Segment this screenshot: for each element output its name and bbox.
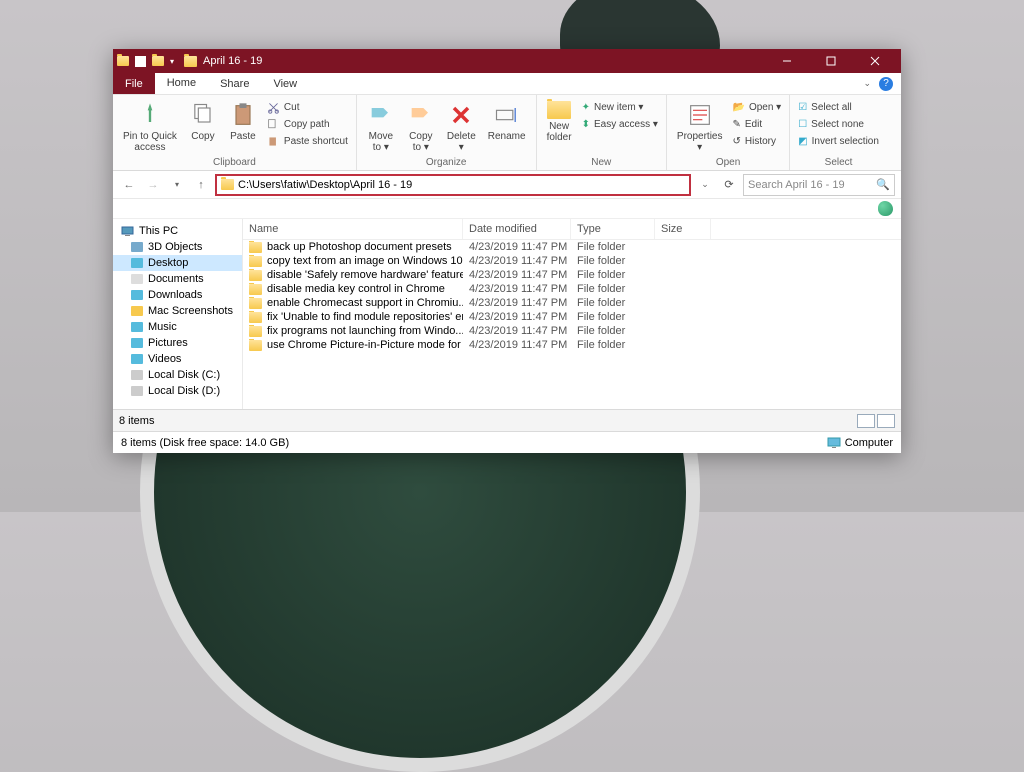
minimize-button[interactable]: [765, 49, 809, 73]
explorer-window: ▾ April 16 - 19 File Home Share View ⌄ ?…: [113, 49, 901, 453]
file-row[interactable]: enable Chromecast support in Chromiu...4…: [243, 296, 901, 310]
file-list[interactable]: Name Date modified Type Size back up Pho…: [243, 219, 901, 409]
nav-item-mac-screenshots[interactable]: Mac Screenshots: [113, 303, 242, 319]
properties-button[interactable]: Properties ▾: [673, 99, 727, 156]
cut-button[interactable]: Cut: [265, 99, 350, 115]
item-count: 8 items: [119, 415, 154, 427]
share-tab[interactable]: Share: [208, 73, 261, 94]
up-button[interactable]: ↑: [191, 175, 211, 195]
col-date[interactable]: Date modified: [463, 219, 571, 239]
folder-icon: [184, 56, 197, 67]
open-button[interactable]: 📂Open ▾: [730, 99, 783, 115]
paste-button[interactable]: Paste: [225, 99, 261, 156]
explorer-icon: [117, 56, 129, 66]
move-to-button[interactable]: Move to ▾: [363, 99, 399, 156]
search-input[interactable]: Search April 16 - 19 🔍: [743, 174, 895, 196]
shell-extension-icon[interactable]: [878, 201, 893, 216]
select-none-button[interactable]: ☐Select none: [796, 116, 881, 132]
file-row[interactable]: use Chrome Picture-in-Picture mode for .…: [243, 338, 901, 352]
nav-this-pc[interactable]: This PC: [113, 223, 242, 239]
content-area: This PC 3D ObjectsDesktopDocumentsDownlo…: [113, 219, 901, 409]
footer-text: 8 items (Disk free space: 14.0 GB): [121, 437, 289, 449]
home-tab[interactable]: Home: [155, 73, 208, 94]
title-bar[interactable]: ▾ April 16 - 19: [113, 49, 901, 73]
view-tab[interactable]: View: [261, 73, 309, 94]
forward-button[interactable]: →: [143, 175, 163, 195]
maximize-button[interactable]: [809, 49, 853, 73]
file-tab[interactable]: File: [113, 73, 155, 94]
close-button[interactable]: [853, 49, 897, 73]
select-all-button[interactable]: ☑Select all: [796, 99, 881, 115]
col-type[interactable]: Type: [571, 219, 655, 239]
window-title: April 16 - 19: [203, 55, 262, 67]
nav-item-music[interactable]: Music: [113, 319, 242, 335]
copy-to-button[interactable]: Copy to ▾: [403, 99, 439, 156]
edit-button[interactable]: ✎Edit: [730, 116, 783, 132]
easy-access-button[interactable]: ⬍Easy access ▾: [580, 116, 660, 132]
nav-item-downloads[interactable]: Downloads: [113, 287, 242, 303]
ribbon-clipboard: Pin to Quick access Copy Paste Cut Copy …: [113, 95, 357, 170]
address-path: C:\Users\fatiw\Desktop\April 16 - 19: [238, 179, 412, 191]
file-row[interactable]: disable media key control in Chrome4/23/…: [243, 282, 901, 296]
nav-item-documents[interactable]: Documents: [113, 271, 242, 287]
help-icon[interactable]: ?: [879, 77, 893, 91]
address-bar: ← → ▾ ↑ C:\Users\fatiw\Desktop\April 16 …: [113, 171, 901, 199]
paste-shortcut-button[interactable]: Paste shortcut: [265, 133, 350, 149]
status-bar: 8 items: [113, 409, 901, 431]
col-name[interactable]: Name: [243, 219, 463, 239]
details-view-button[interactable]: [857, 414, 875, 428]
ribbon-tabs: File Home Share View ⌄ ?: [113, 73, 901, 95]
pin-quickaccess-button[interactable]: Pin to Quick access: [119, 99, 181, 156]
back-button[interactable]: ←: [119, 175, 139, 195]
qat-dropdown-icon[interactable]: ▾: [170, 57, 174, 66]
copy-path-button[interactable]: Copy path: [265, 116, 350, 132]
column-headers[interactable]: Name Date modified Type Size: [243, 219, 901, 240]
file-row[interactable]: fix 'Unable to find module repositories'…: [243, 310, 901, 324]
nav-item-desktop[interactable]: Desktop: [113, 255, 242, 271]
history-button[interactable]: ↺History: [730, 133, 783, 149]
ribbon-new: New folder ✦New item ▾ ⬍Easy access ▾ Ne…: [537, 95, 667, 170]
folder-icon: [221, 179, 234, 190]
address-input[interactable]: C:\Users\fatiw\Desktop\April 16 - 19: [215, 174, 691, 196]
ribbon-organize: Move to ▾ Copy to ▾ Delete ▾ Rename Orga…: [357, 95, 537, 170]
copy-button[interactable]: Copy: [185, 99, 221, 156]
ribbon-expand-icon[interactable]: ⌄: [863, 78, 871, 89]
thumbnails-view-button[interactable]: [877, 414, 895, 428]
navigation-pane[interactable]: This PC 3D ObjectsDesktopDocumentsDownlo…: [113, 219, 243, 409]
search-placeholder: Search April 16 - 19: [748, 179, 876, 191]
new-folder-button[interactable]: New folder: [543, 99, 576, 156]
address-dropdown[interactable]: ⌄: [695, 175, 715, 195]
col-size[interactable]: Size: [655, 219, 711, 239]
ribbon-open: Properties ▾ 📂Open ▾ ✎Edit ↺History Open: [667, 95, 790, 170]
qat-properties-icon[interactable]: [135, 56, 146, 67]
file-row[interactable]: fix programs not launching from Windo...…: [243, 324, 901, 338]
ribbon-select: ☑Select all ☐Select none ◩Invert selecti…: [790, 95, 887, 170]
file-row[interactable]: disable 'Safely remove hardware' feature…: [243, 268, 901, 282]
nav-item-local-disk-c-[interactable]: Local Disk (C:): [113, 367, 242, 383]
file-row[interactable]: back up Photoshop document presets4/23/2…: [243, 240, 901, 254]
rename-button[interactable]: Rename: [484, 99, 530, 156]
new-item-button[interactable]: ✦New item ▾: [580, 99, 660, 115]
file-row[interactable]: copy text from an image on Windows 104/2…: [243, 254, 901, 268]
search-icon: 🔍: [876, 178, 890, 191]
nav-item-videos[interactable]: Videos: [113, 351, 242, 367]
ribbon: Pin to Quick access Copy Paste Cut Copy …: [113, 95, 901, 171]
nav-item-3d-objects[interactable]: 3D Objects: [113, 239, 242, 255]
delete-button[interactable]: Delete ▾: [443, 99, 480, 156]
footer-bar: 8 items (Disk free space: 14.0 GB) Compu…: [113, 431, 901, 453]
refresh-button[interactable]: ⟳: [719, 175, 739, 195]
invert-selection-button[interactable]: ◩Invert selection: [796, 133, 881, 149]
footer-computer[interactable]: Computer: [827, 437, 893, 449]
nav-item-local-disk-d-[interactable]: Local Disk (D:): [113, 383, 242, 399]
recent-dropdown[interactable]: ▾: [167, 175, 187, 195]
qat-newfolder-icon[interactable]: [152, 56, 164, 66]
toolbar-strip: [113, 199, 901, 219]
nav-item-pictures[interactable]: Pictures: [113, 335, 242, 351]
